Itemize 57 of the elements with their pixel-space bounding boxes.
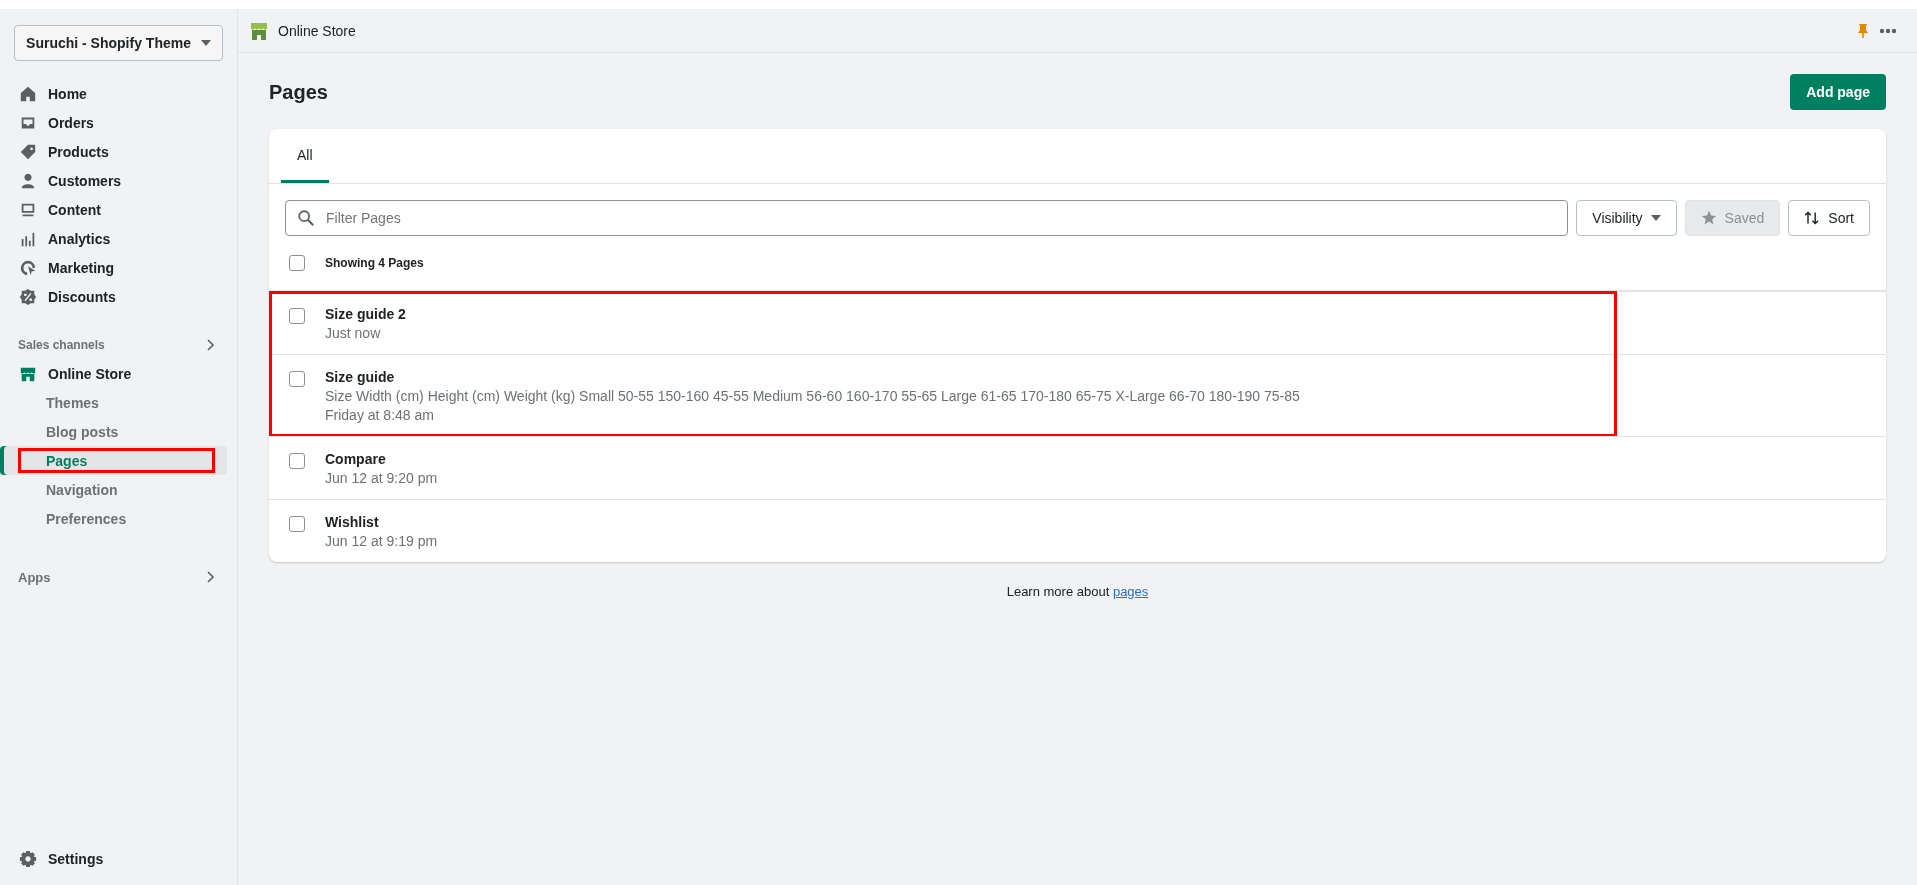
page-detail: Friday at 8:48 am (325, 407, 435, 423)
row-checkbox[interactable] (289, 371, 305, 387)
row-checkbox[interactable] (289, 453, 305, 469)
page-count: Showing 4 Pages (325, 256, 424, 270)
nav-item[interactable]: Products (0, 137, 237, 166)
page-title-link[interactable]: Compare (325, 451, 438, 467)
search-icon (297, 209, 315, 227)
caret-icon (1650, 215, 1661, 221)
page-title-link[interactable]: Size guide (325, 369, 1300, 385)
nav-item[interactable]: Discounts (0, 282, 237, 311)
subnav-item[interactable]: Preferences (4, 504, 227, 533)
sort-arrows-icon (1804, 210, 1821, 226)
nav-item[interactable]: Marketing (0, 253, 237, 282)
add-page-button[interactable]: Add page (1790, 74, 1886, 110)
pin-icon[interactable] (1857, 22, 1869, 39)
nav-item[interactable]: Settings (0, 844, 237, 873)
pages-link[interactable]: pages (1112, 584, 1149, 599)
page-detail: Size Width (cm) Height (cm) Weight (kg) Small 50-55 150-160 45-55 Medium 56-60 160-170 55-65 Large 61-65 170-180 65-75 X-Large 66-70 180-190 75-85 (325, 388, 1300, 404)
app-title: Online Store (278, 22, 356, 39)
nav-item[interactable]: Content (0, 195, 237, 224)
chevron-right-icon[interactable] (207, 571, 215, 583)
nav-item[interactable]: Orders (0, 108, 237, 137)
tag-icon (19, 142, 37, 161)
chevron-right-icon[interactable] (207, 339, 215, 351)
page-detail: Jun 12 at 9:20 pm (325, 470, 438, 486)
visibility-button[interactable]: Visibility (1576, 200, 1677, 236)
subnav-item[interactable]: Navigation (4, 475, 227, 504)
section-label: Apps (18, 569, 51, 585)
filter-field[interactable]: Filter Pages (285, 200, 1569, 236)
nav-item[interactable]: Home (0, 79, 237, 108)
sort-button[interactable]: Sort (1788, 200, 1870, 236)
storefront-icon (250, 20, 268, 41)
page-detail: Jun 12 at 9:19 pm (325, 533, 438, 549)
house-icon (19, 84, 37, 103)
percent-badge-icon (19, 287, 37, 306)
row-checkbox[interactable] (289, 516, 305, 532)
settings-icon (19, 849, 37, 868)
subnav-item[interactable]: Blog posts (4, 417, 227, 446)
tab[interactable]: All (281, 129, 329, 183)
person-icon (19, 171, 37, 190)
help-text: Learn more about pages (1005, 584, 1150, 599)
more-options-icon[interactable] (1879, 27, 1897, 34)
subnav-item[interactable]: Themes (4, 388, 227, 417)
caret-icon (200, 40, 211, 46)
nav-item[interactable]: Customers (0, 166, 237, 195)
page-detail: Just now (325, 325, 382, 341)
star-icon (1700, 210, 1717, 226)
section-label: Sales channels (18, 338, 105, 352)
select-all-checkbox[interactable] (289, 255, 305, 271)
page-title: Pages (269, 80, 328, 104)
target-cursor-icon (19, 258, 37, 277)
nav-item[interactable]: Online Store (0, 359, 237, 388)
row-checkbox[interactable] (289, 308, 305, 324)
store-selector[interactable]: Suruchi - Shopify Theme (14, 25, 223, 61)
page-title-link[interactable]: Wishlist (325, 514, 438, 530)
nav-item[interactable]: Analytics (0, 224, 237, 253)
page-title-link[interactable]: Size guide 2 (325, 306, 406, 322)
